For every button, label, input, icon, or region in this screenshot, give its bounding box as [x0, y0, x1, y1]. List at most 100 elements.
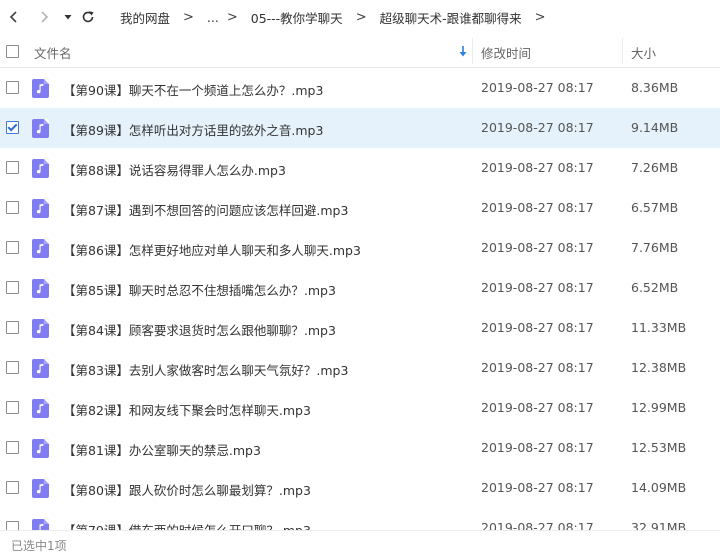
file-row[interactable]: 【第88课】说话容易得罪人怎么办.mp3 2019-08-27 08:17 7.26…: [0, 148, 720, 188]
chevron-left-icon: [9, 11, 17, 23]
breadcrumb: 我的网盘 > ... > 05---教你学聊天 > 超级聊天术-跟谁都聊得来 >: [120, 0, 559, 34]
file-modified-time: 2019-08-27 08:17: [481, 440, 594, 455]
back-button[interactable]: [3, 5, 25, 29]
file-row[interactable]: 【第87课】遇到不想回答的问题应该怎样回避.mp3 2019-08-27 08:1…: [0, 188, 720, 228]
arrow-down-icon[interactable]: [458, 45, 468, 57]
music-note-icon: [32, 279, 49, 298]
file-size: 14.09MB: [631, 480, 687, 495]
row-checkbox[interactable]: [6, 161, 19, 174]
caret-down-icon: [64, 15, 72, 20]
file-name[interactable]: 【第87课】遇到不想回答的问题应该怎样回避.mp3: [63, 200, 348, 219]
music-note-icon: [32, 159, 49, 178]
navigation-bar: 我的网盘 > ... > 05---教你学聊天 > 超级聊天术-跟谁都聊得来 >: [0, 0, 720, 34]
music-note-icon: [32, 199, 49, 218]
file-name[interactable]: 【第80课】跟人砍价时怎么聊最划算？.mp3: [63, 480, 311, 499]
row-checkbox[interactable]: [6, 321, 19, 334]
column-header: 文件名 修改时间 大小: [0, 34, 720, 68]
file-size: 6.52MB: [631, 280, 679, 295]
breadcrumb-separator: >: [355, 9, 367, 25]
file-size: 8.36MB: [631, 80, 679, 95]
file-size: 12.38MB: [631, 360, 687, 375]
breadcrumb-item-ellipsis[interactable]: ...: [207, 10, 219, 25]
music-note-icon: [32, 519, 49, 530]
file-row[interactable]: 【第79课】借东西的时候怎么开口聊？.mp3 2019-08-27 08:17 32…: [0, 508, 720, 530]
file-modified-time: 2019-08-27 08:17: [481, 80, 594, 95]
chevron-right-icon: [41, 11, 49, 23]
status-bar: 已选中1项: [0, 530, 720, 557]
file-name[interactable]: 【第79课】借东西的时候怎么开口聊？.mp3: [63, 520, 311, 530]
breadcrumb-separator: >: [183, 9, 194, 25]
row-checkbox[interactable]: [6, 441, 19, 454]
row-checkbox[interactable]: [6, 521, 19, 530]
history-dropdown-button[interactable]: [57, 5, 79, 29]
column-divider[interactable]: [622, 38, 623, 64]
file-name[interactable]: 【第89课】怎样听出对方话里的弦外之音.mp3: [63, 120, 323, 139]
column-header-modified[interactable]: 修改时间: [481, 43, 531, 62]
file-row[interactable]: 【第85课】聊天时总忍不住想插嘴怎么办？.mp3 2019-08-27 08:17…: [0, 268, 720, 308]
file-row[interactable]: 【第84课】顾客要求退货时怎么跟他聊聊？.mp3 2019-08-27 08:17…: [0, 308, 720, 348]
column-divider[interactable]: [472, 38, 473, 64]
music-note-icon: [32, 79, 49, 98]
breadcrumb-item-folder[interactable]: 05---教你学聊天: [251, 8, 343, 27]
file-modified-time: 2019-08-27 08:17: [481, 360, 594, 375]
file-row[interactable]: 【第86课】怎样更好地应对单人聊天和多人聊天.mp3 2019-08-27 08:…: [0, 228, 720, 268]
music-note-icon: [32, 319, 49, 338]
breadcrumb-separator: >: [534, 9, 546, 25]
file-row[interactable]: 【第80课】跟人砍价时怎么聊最划算？.mp3 2019-08-27 08:17 14…: [0, 468, 720, 508]
file-size: 9.14MB: [631, 120, 679, 135]
file-row[interactable]: 【第89课】怎样听出对方话里的弦外之音.mp3 2019-08-27 08:17 9…: [0, 108, 720, 148]
row-checkbox[interactable]: [6, 401, 19, 414]
selection-status: 已选中1项: [11, 539, 67, 553]
column-header-name[interactable]: 文件名: [34, 43, 72, 62]
column-header-size[interactable]: 大小: [631, 43, 656, 62]
file-modified-time: 2019-08-27 08:17: [481, 400, 594, 415]
row-checkbox[interactable]: [6, 201, 19, 214]
file-modified-time: 2019-08-27 08:17: [481, 240, 594, 255]
breadcrumb-separator: >: [226, 9, 238, 25]
breadcrumb-item-current[interactable]: 超级聊天术-跟谁都聊得来: [380, 8, 522, 27]
file-size: 12.53MB: [631, 440, 687, 455]
file-row[interactable]: 【第81课】办公室聊天的禁忌.mp3 2019-08-27 08:17 12.53M…: [0, 428, 720, 468]
row-checkbox[interactable]: [6, 81, 19, 94]
music-note-icon: [32, 359, 49, 378]
row-checkbox[interactable]: [6, 361, 19, 374]
file-row[interactable]: 【第82课】和网友线下聚会时怎样聊天.mp3 2019-08-27 08:17 12…: [0, 388, 720, 428]
file-modified-time: 2019-08-27 08:17: [481, 120, 594, 135]
select-all-checkbox[interactable]: [6, 45, 19, 58]
row-checkbox[interactable]: [6, 121, 19, 134]
file-name[interactable]: 【第84课】顾客要求退货时怎么跟他聊聊？.mp3: [63, 320, 336, 339]
row-checkbox[interactable]: [6, 241, 19, 254]
file-name[interactable]: 【第82课】和网友线下聚会时怎样聊天.mp3: [63, 400, 311, 419]
file-name[interactable]: 【第83课】去别人家做客时怎么聊天气氛好？.mp3: [63, 360, 348, 379]
refresh-icon: [82, 11, 94, 23]
music-note-icon: [32, 239, 49, 258]
file-modified-time: 2019-08-27 08:17: [481, 480, 594, 495]
file-name[interactable]: 【第86课】怎样更好地应对单人聊天和多人聊天.mp3: [63, 240, 361, 259]
row-checkbox[interactable]: [6, 281, 19, 294]
file-name[interactable]: 【第81课】办公室聊天的禁忌.mp3: [63, 440, 261, 459]
music-note-icon: [32, 439, 49, 458]
file-size: 12.99MB: [631, 400, 687, 415]
file-row[interactable]: 【第90课】聊天不在一个频道上怎么办？.mp3 2019-08-27 08:17 8…: [0, 68, 720, 108]
refresh-button[interactable]: [77, 5, 99, 29]
file-modified-time: 2019-08-27 08:17: [481, 160, 594, 175]
file-modified-time: 2019-08-27 08:17: [481, 280, 594, 295]
file-row[interactable]: 【第83课】去别人家做客时怎么聊天气氛好？.mp3 2019-08-27 08:1…: [0, 348, 720, 388]
file-name[interactable]: 【第90课】聊天不在一个频道上怎么办？.mp3: [63, 80, 323, 99]
file-size: 32.91MB: [631, 520, 687, 530]
music-note-icon: [32, 399, 49, 418]
file-size: 7.76MB: [631, 240, 679, 255]
file-modified-time: 2019-08-27 08:17: [481, 520, 594, 530]
breadcrumb-item-root[interactable]: 我的网盘: [120, 8, 170, 27]
music-note-icon: [32, 479, 49, 498]
forward-button[interactable]: [33, 5, 55, 29]
file-name[interactable]: 【第85课】聊天时总忍不住想插嘴怎么办？.mp3: [63, 280, 336, 299]
music-note-icon: [32, 119, 49, 138]
file-name[interactable]: 【第88课】说话容易得罪人怎么办.mp3: [63, 160, 286, 179]
file-modified-time: 2019-08-27 08:17: [481, 320, 594, 335]
file-size: 6.57MB: [631, 200, 679, 215]
row-checkbox[interactable]: [6, 481, 19, 494]
file-modified-time: 2019-08-27 08:17: [481, 200, 594, 215]
file-size: 7.26MB: [631, 160, 679, 175]
file-list: 【第90课】聊天不在一个频道上怎么办？.mp3 2019-08-27 08:17 8…: [0, 68, 720, 530]
